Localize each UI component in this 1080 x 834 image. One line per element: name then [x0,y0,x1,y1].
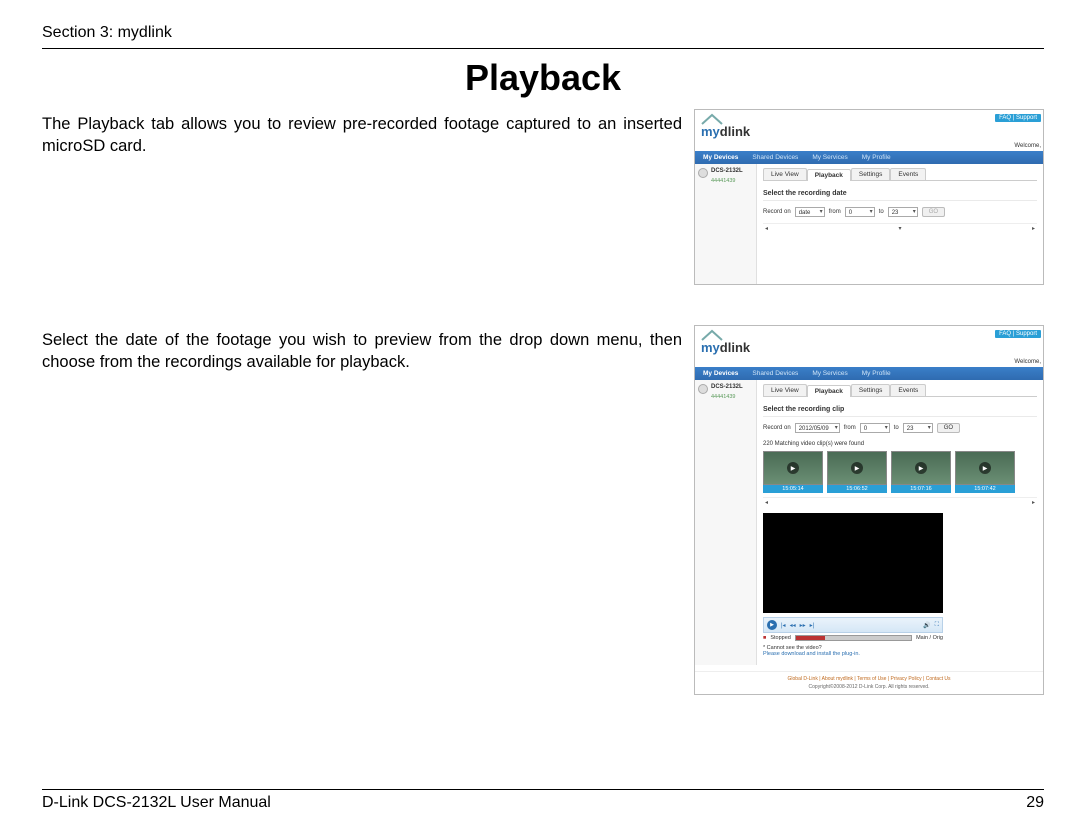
from-label: from [829,209,841,215]
to-label: to [894,425,899,431]
nav-shared[interactable]: Shared Devices [752,154,798,161]
stop-icon[interactable]: ■ [763,635,766,641]
tab-settings[interactable]: Settings [851,168,891,180]
welcome-text: Welcome, [695,139,1043,151]
tab-settings[interactable]: Settings [851,384,891,396]
res-text: Main / Orig [916,635,943,641]
page-title: Playback [42,57,1044,99]
from-select[interactable]: 0 [860,423,890,433]
footer-manual: D-Link DCS-2132L User Manual [42,794,271,812]
go-button[interactable]: GO [937,423,960,433]
page-footer: D-Link DCS-2132L User Manual 29 [42,789,1044,812]
device-sidebar: DCS-2132L 44441439 [695,164,757,284]
video-player[interactable] [763,513,943,613]
panel-title: Select the recording clip [763,403,1037,417]
go-button[interactable]: GO [922,207,945,217]
filter-row: Record on date from 0 to 23 GO [763,205,1037,223]
panel-title: Select the recording date [763,187,1037,201]
main-nav: My Devices Shared Devices My Services My… [695,367,1043,380]
clip-thumb[interactable]: 15:07:16 [891,451,951,493]
player-controls: ▶ |◂ ◂◂ ▸▸ ▸| 🔊 ⛶ [763,617,943,633]
copyright: Copyright©2008-2012 D-Link Corp. All rig… [695,684,1043,694]
vol-icon[interactable]: 🔊 [923,622,930,629]
plugin-note: * Cannot see the video? Please download … [763,645,1037,657]
row-1: The Playback tab allows you to review pr… [42,109,1044,285]
paragraph-2: Select the date of the footage you wish … [42,325,682,695]
tab-playback[interactable]: Playback [807,169,851,181]
thumb-scroll[interactable]: ◂▸ [763,497,1037,507]
record-on-label: Record on [763,425,791,431]
clip-thumb[interactable]: 15:05:14 [763,451,823,493]
divider [42,48,1044,49]
download-link[interactable]: Please download and install the plug-in. [763,651,860,657]
play-button[interactable]: ▶ [767,620,777,630]
nav-services[interactable]: My Services [812,370,847,377]
date-select[interactable]: 2012/05/09 [795,423,840,433]
fwd-button[interactable]: ▸▸ [800,622,806,629]
tab-playback[interactable]: Playback [807,385,851,397]
tab-live[interactable]: Live View [763,168,807,180]
record-on-label: Record on [763,209,791,215]
camera-icon [698,168,708,178]
thumbnail-strip: 15:05:14 15:06:52 15:07:16 15:07:42 [763,449,1037,497]
welcome-text: Welcome, [695,355,1043,367]
section-header: Section 3: mydlink [42,24,1044,42]
device-sidebar: DCS-2132L 44441439 [695,380,757,665]
tab-bar: Live View Playback Settings Events [763,168,1037,181]
device-item[interactable]: DCS-2132L [698,168,753,178]
camera-icon [698,384,708,394]
device-id: 44441439 [711,394,753,400]
device-id: 44441439 [711,178,753,184]
status-text: Stopped [770,635,791,641]
progress-bar[interactable] [795,635,912,641]
mydlink-logo: mydlink [701,114,750,139]
screenshot-1: mydlink FAQ | Support Welcome, My Device… [694,109,1044,285]
tab-events[interactable]: Events [890,384,926,396]
nav-my-devices[interactable]: My Devices [703,370,738,377]
footer-links[interactable]: Global D-Link | About mydlink | Terms of… [695,671,1043,684]
row-2: Select the date of the footage you wish … [42,325,1044,695]
nav-shared[interactable]: Shared Devices [752,370,798,377]
prev-button[interactable]: |◂ [781,622,786,629]
faq-link[interactable]: FAQ | Support [995,114,1041,122]
to-select[interactable]: 23 [888,207,918,217]
tab-events[interactable]: Events [890,168,926,180]
clip-thumb[interactable]: 15:06:52 [827,451,887,493]
clip-thumb[interactable]: 15:07:42 [955,451,1015,493]
page-number: 29 [1026,794,1044,812]
scroll-bar[interactable]: ◂▾▸ [763,223,1037,233]
main-nav: My Devices Shared Devices My Services My… [695,151,1043,164]
next-button[interactable]: ▸| [810,622,815,629]
paragraph-1: The Playback tab allows you to review pr… [42,109,682,285]
faq-link[interactable]: FAQ | Support [995,330,1041,338]
date-select[interactable]: date [795,207,825,217]
rew-button[interactable]: ◂◂ [790,622,796,629]
device-item[interactable]: DCS-2132L [698,384,753,394]
tab-live[interactable]: Live View [763,384,807,396]
mydlink-logo: mydlink [701,330,750,355]
segment-bar: ■ Stopped Main / Orig [763,635,943,641]
nav-profile[interactable]: My Profile [862,154,891,161]
nav-my-devices[interactable]: My Devices [703,154,738,161]
from-select[interactable]: 0 [845,207,875,217]
match-count: 220 Matching video clip(s) were found [763,439,1037,449]
nav-services[interactable]: My Services [812,154,847,161]
full-icon[interactable]: ⛶ [935,622,939,629]
filter-row: Record on 2012/05/09 from 0 to 23 GO [763,421,1037,439]
nav-profile[interactable]: My Profile [862,370,891,377]
tab-bar: Live View Playback Settings Events [763,384,1037,397]
to-select[interactable]: 23 [903,423,933,433]
to-label: to [879,209,884,215]
screenshot-2: mydlink FAQ | Support Welcome, My Device… [694,325,1044,695]
from-label: from [844,425,856,431]
